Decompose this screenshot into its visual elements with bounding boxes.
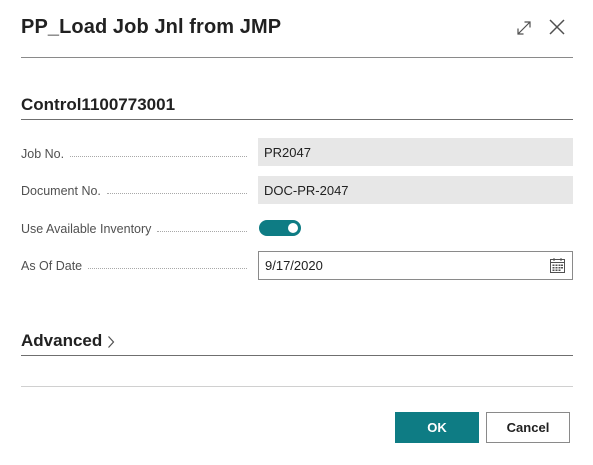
advanced-divider — [21, 355, 573, 356]
job-no-label-text: Job No. — [21, 147, 65, 161]
job-no-field: PR2047 — [258, 138, 573, 166]
toggle-knob — [288, 223, 298, 233]
document-no-label-text: Document No. — [21, 184, 101, 198]
document-no-field: DOC-PR-2047 — [258, 176, 573, 204]
chevron-right-icon — [108, 336, 115, 348]
section-title: Control1100773001 — [21, 95, 176, 114]
use-available-inventory-label: Use Available Inventory — [21, 219, 247, 239]
advanced-label: Advanced — [21, 331, 103, 350]
leader-dots — [106, 192, 247, 194]
close-icon[interactable] — [548, 18, 566, 36]
advanced-section-toggle[interactable]: Advanced — [21, 331, 116, 351]
footer-divider — [21, 386, 573, 387]
job-no-label: Job No. — [21, 144, 247, 164]
document-no-label: Document No. — [21, 181, 247, 201]
use-available-inventory-toggle[interactable] — [259, 220, 301, 236]
leader-dots — [88, 267, 247, 269]
expand-icon[interactable] — [515, 19, 533, 37]
dialog: PP_Load Job Jnl from JMP Control11007730… — [0, 0, 593, 465]
leader-dots — [70, 155, 247, 157]
as-of-date-input[interactable]: 9/17/2020 — [258, 251, 573, 280]
ok-button[interactable]: OK — [395, 412, 479, 443]
as-of-date-label: As Of Date — [21, 256, 247, 276]
leader-dots — [157, 230, 247, 232]
header-divider — [21, 57, 573, 58]
section-divider — [21, 119, 573, 120]
use-available-inventory-label-text: Use Available Inventory — [21, 222, 152, 236]
as-of-date-label-text: As Of Date — [21, 259, 83, 273]
cancel-button[interactable]: Cancel — [486, 412, 570, 443]
calendar-icon[interactable] — [549, 257, 566, 274]
dialog-title: PP_Load Job Jnl from JMP — [21, 16, 282, 38]
